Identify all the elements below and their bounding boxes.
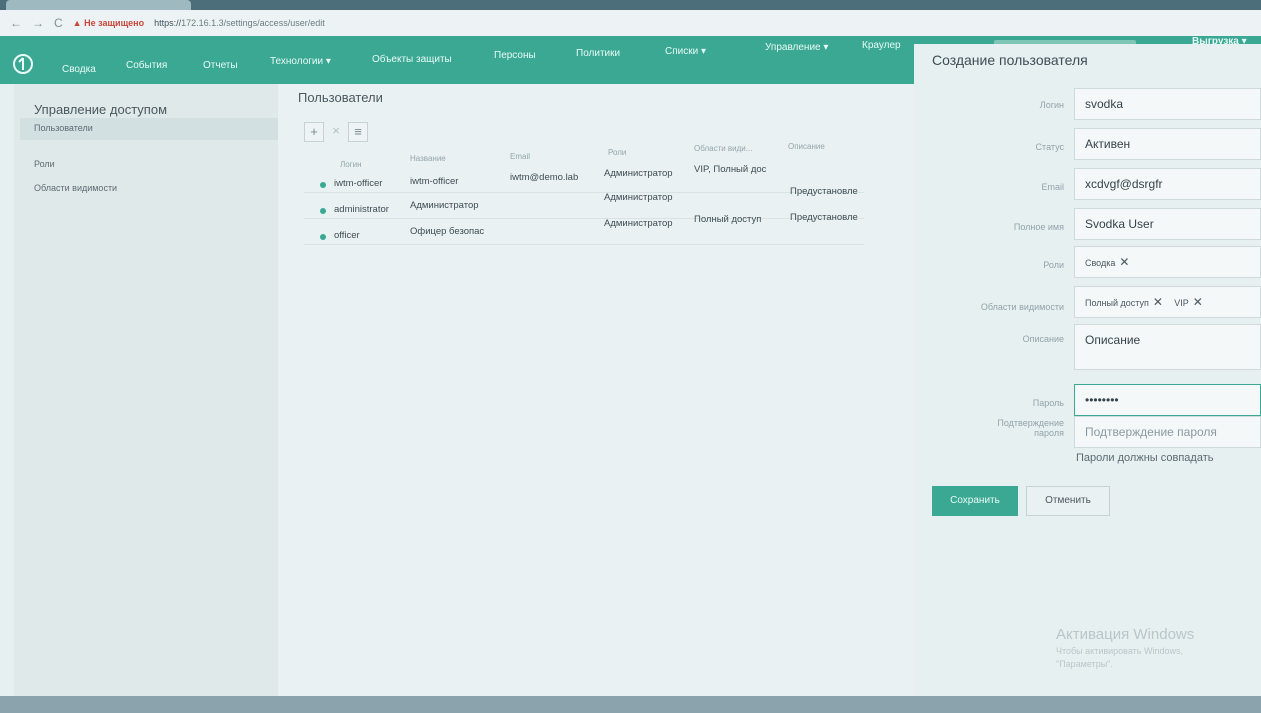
users-list-panel: Пользователи + × ≡ Логин Название Email … [278,84,914,696]
description-textarea[interactable]: Описание [1074,324,1261,370]
cell-login: iwtm-officer [334,178,383,189]
password-field[interactable]: •••••••• [1074,384,1261,416]
scope-tag: VIP ✕ [1174,295,1203,309]
reload-icon[interactable]: C [54,16,63,30]
form-title: Создание пользователя [932,52,1088,68]
url-field[interactable]: https://172.16.1.3/settings/access/user/… [154,18,325,28]
remove-tag-icon[interactable]: ✕ [1153,295,1163,309]
email-label: Email [1041,182,1064,192]
cell-roles: Администратор [604,168,673,179]
row-divider [304,218,864,219]
column-header-roles[interactable]: Роли [608,148,626,157]
bottom-edge [0,696,1261,713]
create-user-panel: Создание пользователя Логин svodka Стату… [914,44,1261,696]
nav-svodka[interactable]: Сводка [62,64,96,75]
cell-name: iwtm-officer [410,176,459,187]
access-sidebar: Управление доступом Пользователи Роли Об… [14,84,278,696]
column-header-email[interactable]: Email [510,152,530,161]
nav-protected-objects[interactable]: Объекты защиты [372,54,452,65]
remove-tag-icon[interactable]: ✕ [1119,255,1129,269]
sidebar-item-users[interactable]: Пользователи [20,118,278,140]
column-header-scopes[interactable]: Области види... [694,144,752,153]
column-header-login[interactable]: Логин [340,160,362,169]
cell-scopes: Полный доступ [694,214,762,225]
cell-description: Предустановле [790,212,858,223]
status-label: Статус [1035,142,1064,152]
cell-description: Предустановле [790,186,858,197]
nav-reports[interactable]: Отчеты [203,60,238,71]
nav-technologies[interactable]: Технологии ▾ [270,56,331,67]
cell-scopes: VIP, Полный дос [694,164,767,175]
column-header-name[interactable]: Название [410,154,446,163]
status-dot [320,208,326,214]
delete-user-button[interactable]: × [326,122,346,142]
browser-tab[interactable] [6,0,191,10]
sidebar-item-roles[interactable]: Роли [20,154,278,176]
description-label: Описание [1022,334,1064,344]
nav-events[interactable]: События [126,60,167,71]
security-warning[interactable]: ▲ Не защищено [73,18,144,28]
forward-icon[interactable]: → [32,16,44,30]
fullname-label: Полное имя [1013,222,1064,232]
scopes-label: Области видимости [980,302,1064,312]
confirm-password-field[interactable]: Подтверждение пароля [1074,416,1261,448]
remove-tag-icon[interactable]: ✕ [1193,295,1203,309]
cell-email: iwtm@demo.lab [510,172,579,183]
status-dot [320,182,326,188]
scope-tag: Полный доступ ✕ [1085,295,1163,309]
app-logo-icon[interactable] [12,53,34,75]
save-button[interactable]: Сохранить [932,486,1018,516]
sidebar-title: Управление доступом [34,102,168,117]
role-tag: Сводка ✕ [1085,255,1130,269]
row-divider [304,244,864,245]
sidebar-item-scopes[interactable]: Области видимости [20,178,278,200]
fullname-field[interactable]: Svodka User [1074,208,1261,240]
status-dot [320,234,326,240]
nav-lists[interactable]: Списки ▾ [665,46,706,57]
nav-management[interactable]: Управление ▾ [765,42,828,53]
email-field[interactable]: xcdvgf@dsrgfr [1074,168,1261,200]
cancel-button[interactable]: Отменить [1026,486,1110,516]
column-header-description[interactable]: Описание [788,142,825,151]
cell-roles: Администратор [604,218,673,229]
windows-activation-watermark: Активация Windows Чтобы активировать Win… [1056,626,1195,669]
cell-roles: Администратор [604,192,673,203]
add-user-button[interactable]: + [304,122,324,142]
password-mismatch-hint: Пароли должны совпадать [1076,452,1214,464]
nav-persons[interactable]: Персоны [494,50,536,61]
page-title: Пользователи [298,90,383,105]
status-select[interactable]: Активен [1074,128,1261,160]
cell-name: Администратор [410,200,479,211]
scopes-select[interactable]: Полный доступ ✕ VIP ✕ [1074,286,1261,318]
nav-crawler[interactable]: Краулер [862,40,901,51]
roles-label: Роли [1043,260,1064,270]
back-icon[interactable]: ← [10,16,22,30]
cell-login: administrator [334,204,389,215]
login-field[interactable]: svodka [1074,88,1261,120]
confirm-password-label: Подтверждение пароля [997,418,1064,438]
login-label: Логин [1039,100,1064,110]
row-divider [304,192,864,193]
browser-address-bar: ← → C ▲ Не защищено https://172.16.1.3/s… [0,10,1261,36]
browser-tab-strip [0,0,1261,10]
menu-icon[interactable]: ≡ [348,122,368,142]
cell-name: Офицер безопас [410,226,485,237]
password-label: Пароль [1032,398,1064,408]
cell-login: officer [334,230,360,241]
roles-select[interactable]: Сводка ✕ [1074,246,1261,278]
nav-policies[interactable]: Политики [576,48,620,59]
